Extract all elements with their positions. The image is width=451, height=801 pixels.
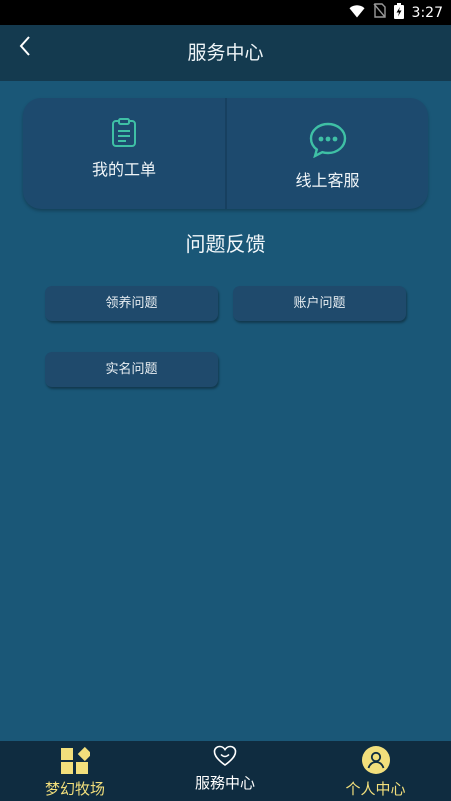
chat-bubble-icon (309, 122, 347, 162)
nav-item-service-center[interactable]: 服務中心 (150, 741, 300, 801)
nav-item-personal-center[interactable]: 个人中心 (300, 741, 451, 801)
real-name-issue-button[interactable]: 实名问题 (45, 352, 218, 387)
status-bar: 3:27 (0, 0, 451, 25)
service-card: 我的工单 线上客服 (23, 98, 428, 209)
nav-label-service-center: 服務中心 (194, 774, 255, 792)
clipboard-icon (111, 118, 137, 152)
user-circle-icon (361, 746, 390, 778)
bottom-nav: 梦幻牧场 服務中心 个人中心 (0, 741, 451, 801)
account-issue-button[interactable]: 账户问题 (233, 286, 406, 321)
heart-icon (213, 745, 237, 771)
online-support-label: 线上客服 (295, 171, 360, 190)
status-icons: 3:27 (349, 0, 443, 25)
nav-label-dream-ranch: 梦幻牧场 (44, 780, 105, 798)
my-tickets-label: 我的工单 (91, 160, 156, 179)
nav-label-personal-center: 个人中心 (345, 780, 406, 798)
page-title: 服务中心 (187, 42, 264, 64)
no-sim-icon (373, 3, 386, 22)
adoption-issue-button[interactable]: 领养问题 (45, 286, 218, 321)
battery-charging-icon (393, 2, 404, 23)
my-tickets-button[interactable]: 我的工单 (23, 98, 225, 209)
feedback-section-title: 问题反馈 (185, 232, 266, 256)
online-support-button[interactable]: 线上客服 (227, 98, 428, 209)
wifi-icon (349, 3, 365, 22)
nav-item-dream-ranch[interactable]: 梦幻牧场 (0, 741, 150, 801)
grid-diamond-icon (60, 746, 92, 779)
app-bar: 服务中心 (0, 25, 451, 81)
status-time: 3:27 (411, 4, 443, 21)
